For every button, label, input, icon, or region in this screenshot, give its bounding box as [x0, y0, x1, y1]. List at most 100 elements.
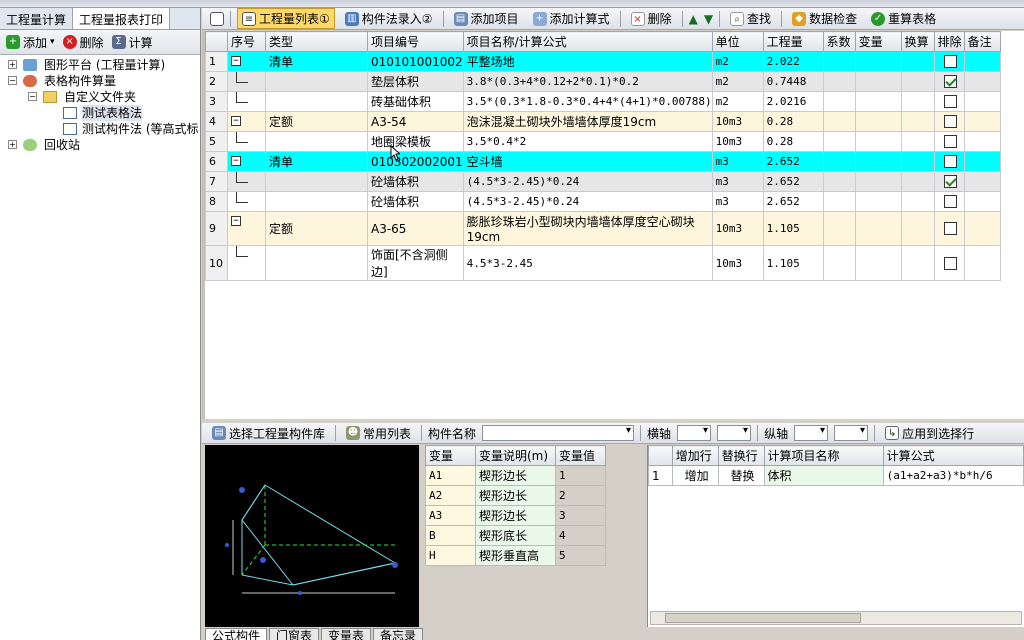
exclude-cell[interactable] [933, 191, 965, 212]
exclude-checkbox[interactable] [944, 195, 958, 209]
col-no[interactable]: 序号 [227, 31, 266, 52]
coef-cell[interactable] [822, 71, 856, 92]
col-var[interactable]: 变量 [854, 31, 902, 52]
var-cell[interactable] [854, 151, 902, 172]
exclude-checkbox[interactable] [944, 256, 958, 270]
tab-quantity-calc[interactable]: 工程量计算 [0, 8, 74, 29]
type-cell[interactable] [265, 191, 368, 212]
code-cell[interactable]: 砼墙体积 [367, 191, 464, 212]
exclude-cell[interactable] [933, 131, 965, 152]
name-formula-cell[interactable]: 3.8*(0.3+4*0.12+2*0.1)*0.2 [462, 71, 713, 92]
var-cell[interactable] [854, 245, 902, 281]
exclude-cell[interactable] [933, 51, 965, 72]
component-entry-button[interactable]: ▥ 构件法录入② [341, 9, 437, 28]
delete-button[interactable]: × 删除 [62, 34, 104, 51]
name-formula-cell[interactable]: 3.5*0.4*2 [462, 131, 713, 152]
apply-selected-button[interactable]: ↳ 应用到选择行 [881, 424, 978, 443]
table-row[interactable]: 1− 清单 010101001002 平整场地 m2 2.022 [205, 51, 1001, 72]
qty-cell[interactable]: 2.022 [762, 51, 824, 72]
name-formula-cell[interactable]: 4.5*3-2.45 [462, 245, 713, 281]
var-value[interactable]: 3 [555, 505, 606, 526]
var-row[interactable]: A1 楔形边长 1 [425, 465, 606, 486]
name-formula-cell[interactable]: 膨胀珍珠岩小型砌块内墙墙体厚度空心砌块19cm [462, 211, 713, 246]
add-item-button[interactable]: ▤ 添加项目 [450, 9, 523, 28]
qty-cell[interactable]: 1.105 [762, 211, 824, 246]
name-formula-cell[interactable]: (4.5*3-2.45)*0.24 [462, 171, 713, 192]
note-cell[interactable] [963, 71, 1001, 92]
var-value[interactable]: 1 [555, 465, 606, 486]
tree-item-test-table[interactable]: 测试表格法 [0, 105, 200, 121]
coef-cell[interactable] [822, 245, 856, 281]
table-row[interactable]: 7 砼墙体积 (4.5*3-2.45)*0.24 m3 2.652 [205, 171, 1001, 192]
calc-item-name[interactable]: 体积 [763, 465, 884, 486]
conv-cell[interactable] [900, 245, 935, 281]
qty-cell[interactable]: 0.28 [762, 131, 824, 152]
col-name[interactable]: 项目名称/计算公式 [462, 31, 713, 52]
note-cell[interactable] [963, 91, 1001, 112]
code-cell[interactable]: 010101001002 [367, 51, 464, 72]
conv-cell[interactable] [900, 151, 935, 172]
tab-report-print[interactable]: 工程量报表打印 [73, 8, 171, 29]
col-note[interactable]: 备注 [963, 31, 1001, 52]
exclude-checkbox[interactable] [944, 75, 958, 89]
code-cell[interactable]: 砖基础体积 [367, 91, 464, 112]
note-cell[interactable] [963, 211, 1001, 246]
unit-cell[interactable]: m2 [711, 91, 764, 112]
conv-cell[interactable] [900, 131, 935, 152]
var-cell[interactable] [854, 51, 902, 72]
qty-cell[interactable]: 2.0216 [762, 91, 824, 112]
qty-cell[interactable]: 2.652 [762, 191, 824, 212]
qty-cell[interactable]: 0.28 [762, 111, 824, 132]
col-excl[interactable]: 排除 [933, 31, 965, 52]
table-row[interactable]: 6− 清单 010302002001 空斗墙 m3 2.652 [205, 151, 1001, 172]
var-value[interactable]: 5 [555, 545, 606, 566]
exclude-cell[interactable] [933, 245, 965, 281]
replace-row-button[interactable]: 替换 [717, 465, 765, 486]
arrow-up-icon[interactable]: ▲ [689, 12, 698, 26]
note-cell[interactable] [963, 51, 1001, 72]
note-cell[interactable] [963, 151, 1001, 172]
var-value[interactable]: 4 [555, 525, 606, 546]
exclude-cell[interactable] [933, 111, 965, 132]
tree-item-table-calc[interactable]: − 表格构件算量 [0, 73, 200, 89]
qty-cell[interactable]: 1.105 [762, 245, 824, 281]
tab-memo[interactable]: 备忘录 [373, 628, 424, 640]
window-icon[interactable] [210, 11, 224, 26]
formula-row[interactable]: 1 增加 替换 体积 (a1+a2+a3)*b*h/6 [648, 465, 1024, 486]
scrollbar-thumb[interactable] [665, 613, 861, 623]
h-axis-select[interactable] [677, 425, 712, 441]
conv-cell[interactable] [900, 91, 935, 112]
note-cell[interactable] [963, 111, 1001, 132]
coef-cell[interactable] [822, 171, 856, 192]
col-coef[interactable]: 系数 [822, 31, 856, 52]
coef-cell[interactable] [822, 131, 856, 152]
add-formula-button[interactable]: + 添加计算式 [529, 9, 614, 28]
type-cell[interactable] [265, 91, 368, 112]
type-cell[interactable]: 定额 [265, 211, 368, 246]
quantity-list-button[interactable]: ≡ 工程量列表① [237, 8, 335, 29]
name-formula-cell[interactable]: 泡沫混凝土砌块外墙墙体厚度19cm [462, 111, 713, 132]
table-row[interactable]: 8 砼墙体积 (4.5*3-2.45)*0.24 m3 2.652 [205, 191, 1001, 212]
exclude-cell[interactable] [933, 151, 965, 172]
exclude-cell[interactable] [933, 211, 965, 246]
type-cell[interactable] [265, 245, 368, 281]
coef-cell[interactable] [822, 211, 856, 246]
conv-cell[interactable] [900, 171, 935, 192]
unit-cell[interactable]: m3 [711, 191, 764, 212]
type-cell[interactable]: 清单 [265, 51, 368, 72]
delete-row-button[interactable]: × 删除 [627, 9, 676, 28]
var-cell[interactable] [854, 131, 902, 152]
exclude-cell[interactable] [933, 71, 965, 92]
tab-formula-component[interactable]: 公式构件 [205, 628, 268, 640]
calc-formula[interactable]: (a1+a2+a3)*b*h/6 [882, 465, 1024, 486]
conv-cell[interactable] [900, 211, 935, 246]
tab-variable-table[interactable]: 变量表 [321, 628, 372, 640]
note-cell[interactable] [963, 245, 1001, 281]
qty-cell[interactable]: 2.652 [762, 151, 824, 172]
unit-cell[interactable]: 10m3 [711, 211, 764, 246]
table-row[interactable]: 5 地圈梁模板 3.5*0.4*2 10m3 0.28 [205, 131, 1001, 152]
var-value[interactable]: 2 [555, 485, 606, 506]
var-cell[interactable] [854, 91, 902, 112]
code-cell[interactable]: A3-65 [367, 211, 464, 246]
exclude-cell[interactable] [933, 91, 965, 112]
